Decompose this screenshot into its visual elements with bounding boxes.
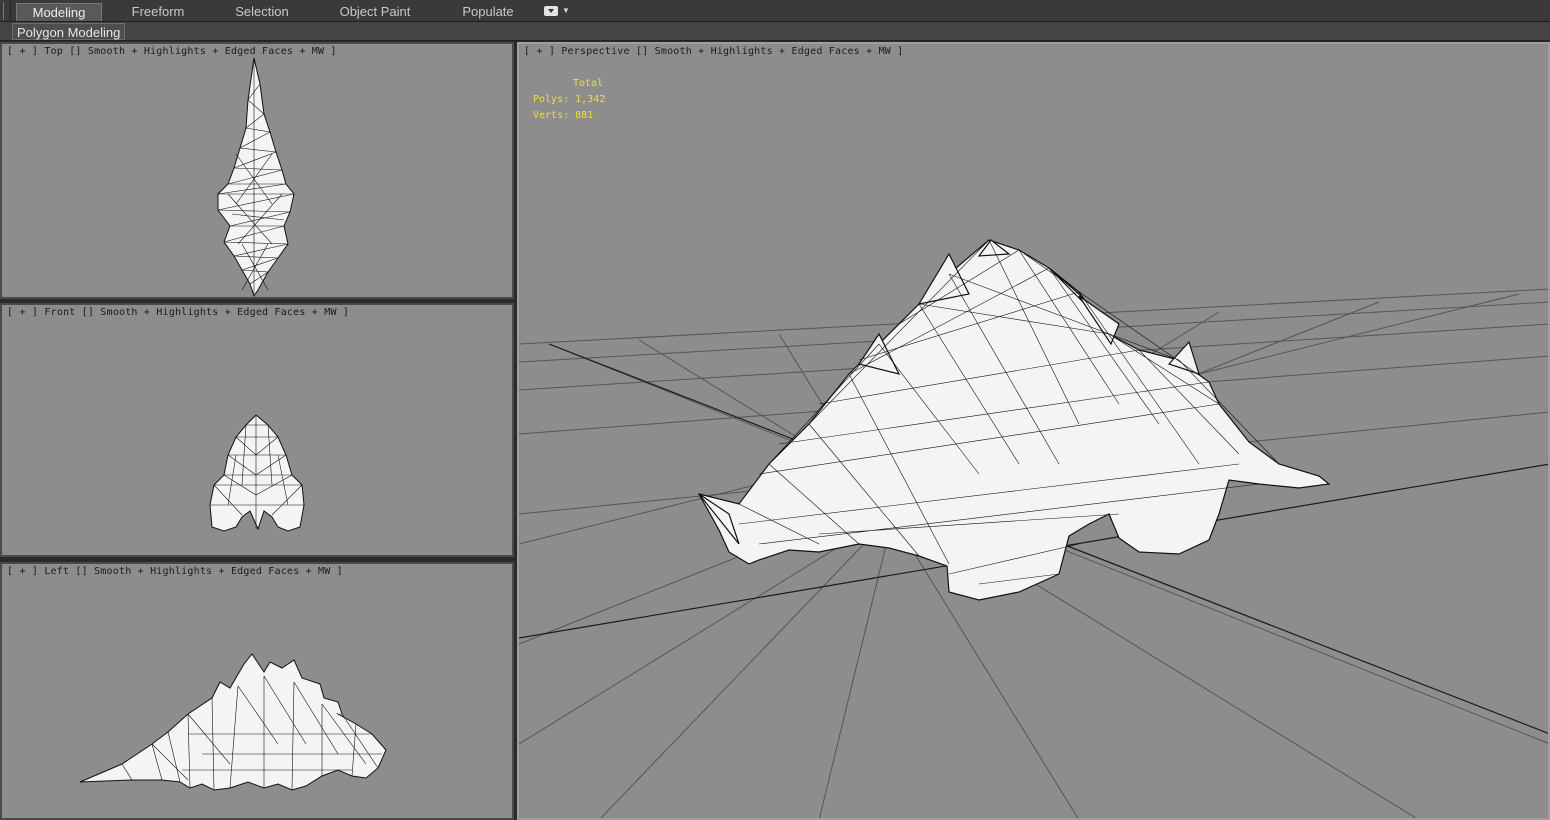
viewport-left[interactable]: [ + ] Left [] Smooth + Highlights + Edge…: [0, 562, 514, 820]
stats-polys: Polys: 1,342: [533, 92, 605, 108]
tab-selection[interactable]: Selection: [220, 3, 304, 21]
chevron-down-icon[interactable]: ▼: [562, 6, 570, 15]
tab-modeling[interactable]: Modeling: [16, 3, 102, 21]
polys-label: Polys:: [533, 94, 570, 105]
verts-value: 881: [575, 110, 594, 121]
viewport-perspective[interactable]: [ + ] Perspective [] Smooth + Highlights…: [517, 42, 1550, 820]
verts-label: Verts:: [533, 110, 570, 121]
viewport-top[interactable]: [ + ] Top [] Smooth + Highlights + Edged…: [0, 42, 514, 299]
top-view-mesh: [217, 57, 295, 297]
polys-value: 1,342: [575, 94, 606, 105]
dropdown-icon[interactable]: [544, 6, 558, 16]
left-view-mesh: [79, 653, 387, 791]
polygon-modeling-button[interactable]: Polygon Modeling: [12, 23, 126, 40]
ribbon-grip[interactable]: [3, 2, 11, 20]
viewport-front[interactable]: [ + ] Front [] Smooth + Highlights + Edg…: [0, 303, 514, 557]
viewport-left-label[interactable]: [ + ] Left [] Smooth + Highlights + Edge…: [7, 566, 343, 577]
front-view-mesh: [209, 414, 305, 532]
stats-verts: Verts: 881: [533, 108, 605, 124]
viewport-perspective-label[interactable]: [ + ] Perspective [] Smooth + Highlights…: [524, 46, 903, 57]
viewport-top-label[interactable]: [ + ] Top [] Smooth + Highlights + Edged…: [7, 46, 337, 57]
ribbon-tab-bar: Modeling Freeform Selection Object Paint…: [0, 0, 1550, 22]
tab-freeform[interactable]: Freeform: [116, 3, 200, 21]
ribbon-panel-bar: Polygon Modeling: [0, 22, 1550, 41]
viewport-front-label[interactable]: [ + ] Front [] Smooth + Highlights + Edg…: [7, 307, 349, 318]
tab-populate[interactable]: Populate: [450, 3, 526, 21]
tab-object-paint[interactable]: Object Paint: [330, 3, 420, 21]
perspective-scene: [519, 239, 1548, 818]
polygon-stats: Total Polys: 1,342 Verts: 881: [533, 76, 605, 124]
stats-header: Total: [573, 78, 604, 89]
